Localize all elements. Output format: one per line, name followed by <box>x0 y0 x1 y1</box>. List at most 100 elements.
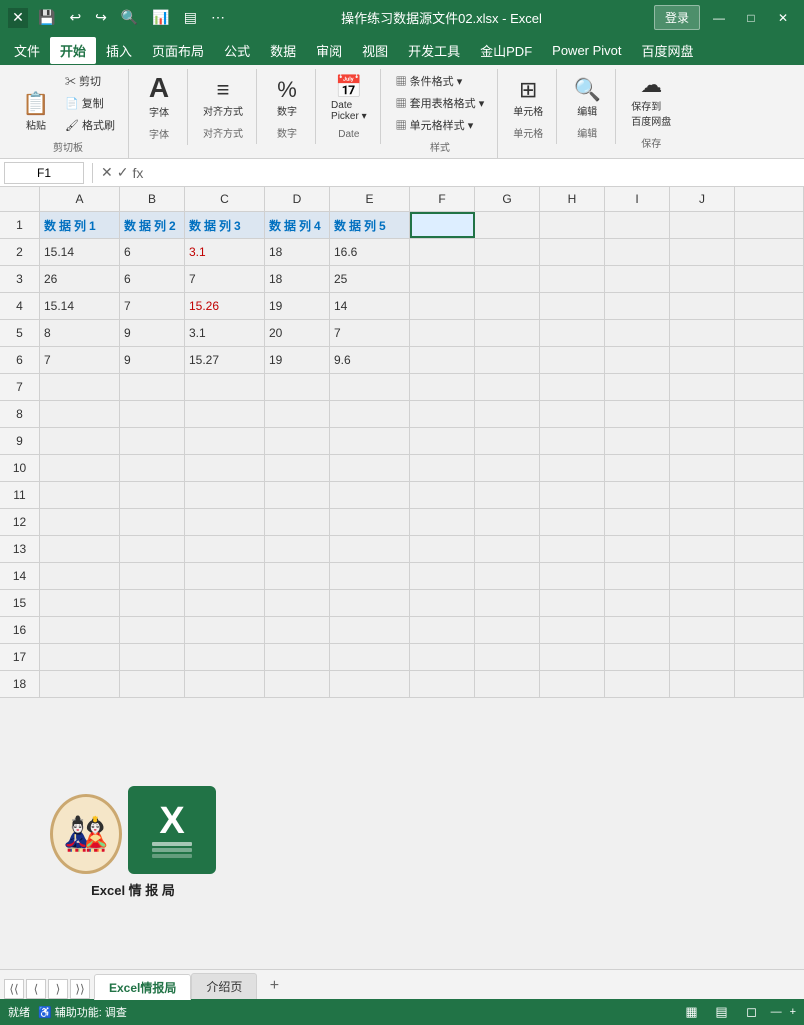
cell-D15[interactable] <box>265 590 330 616</box>
cell-G14[interactable] <box>475 563 540 589</box>
cell-D10[interactable] <box>265 455 330 481</box>
cell-C9[interactable] <box>185 428 265 454</box>
cell-style-button[interactable]: ▦ 单元格样式 ▾ <box>391 115 479 135</box>
cell-A15[interactable] <box>40 590 120 616</box>
cell-rest-6[interactable] <box>735 347 804 373</box>
cell-J8[interactable] <box>670 401 735 427</box>
cell-H9[interactable] <box>540 428 605 454</box>
cell-F10[interactable] <box>410 455 475 481</box>
table-format-button[interactable]: ▦ 套用表格格式 ▾ <box>391 93 490 113</box>
cell-B17[interactable] <box>120 644 185 670</box>
close-btn[interactable]: ✕ <box>770 5 796 31</box>
cell-E18[interactable] <box>330 671 410 697</box>
cell-J11[interactable] <box>670 482 735 508</box>
minimize-btn[interactable]: — <box>706 5 732 31</box>
cell-H5[interactable] <box>540 320 605 346</box>
menu-item-developer[interactable]: 开发工具 <box>398 37 470 64</box>
cell-J6[interactable] <box>670 347 735 373</box>
cell-G15[interactable] <box>475 590 540 616</box>
cell-D3[interactable]: 18 <box>265 266 330 292</box>
cell-F7[interactable] <box>410 374 475 400</box>
cell-reference-input[interactable] <box>4 162 84 184</box>
cell-G6[interactable] <box>475 347 540 373</box>
cell-B12[interactable] <box>120 509 185 535</box>
col-header-B[interactable]: B <box>120 187 185 211</box>
sheet-nav-last[interactable]: ⟩⟩ <box>70 979 90 999</box>
cell-F17[interactable] <box>410 644 475 670</box>
cell-E8[interactable] <box>330 401 410 427</box>
cell-C12[interactable] <box>185 509 265 535</box>
sheet-tab-intro[interactable]: 介绍页 <box>191 973 257 999</box>
cell-D11[interactable] <box>265 482 330 508</box>
number-button[interactable]: % 数字 <box>267 76 307 121</box>
cell-G13[interactable] <box>475 536 540 562</box>
cell-E13[interactable] <box>330 536 410 562</box>
col-header-F[interactable]: F <box>410 187 475 211</box>
cell-E7[interactable] <box>330 374 410 400</box>
cell-J7[interactable] <box>670 374 735 400</box>
cell-I7[interactable] <box>605 374 670 400</box>
cell-E11[interactable] <box>330 482 410 508</box>
cell-J2[interactable] <box>670 239 735 265</box>
cell-A10[interactable] <box>40 455 120 481</box>
cell-A17[interactable] <box>40 644 120 670</box>
cell-F1[interactable] <box>410 212 475 238</box>
cell-A7[interactable] <box>40 374 120 400</box>
sheet-nav-next[interactable]: ⟩ <box>48 979 68 999</box>
cell-J15[interactable] <box>670 590 735 616</box>
cell-H4[interactable] <box>540 293 605 319</box>
cell-H3[interactable] <box>540 266 605 292</box>
cell-A12[interactable] <box>40 509 120 535</box>
cell-I10[interactable] <box>605 455 670 481</box>
cell-I18[interactable] <box>605 671 670 697</box>
cell-E12[interactable] <box>330 509 410 535</box>
find-quick-btn[interactable]: 🔍 <box>117 7 142 28</box>
login-button[interactable]: 登录 <box>654 5 700 30</box>
cell-B15[interactable] <box>120 590 185 616</box>
cell-G2[interactable] <box>475 239 540 265</box>
cell-H16[interactable] <box>540 617 605 643</box>
editing-button[interactable]: 🔍 编辑 <box>567 76 607 121</box>
cell-E6[interactable]: 9.6 <box>330 347 410 373</box>
font-button[interactable]: A 字体 <box>139 71 179 122</box>
col-header-D[interactable]: D <box>265 187 330 211</box>
cell-F6[interactable] <box>410 347 475 373</box>
cell-D2[interactable]: 18 <box>265 239 330 265</box>
cell-C11[interactable] <box>185 482 265 508</box>
cell-A11[interactable] <box>40 482 120 508</box>
cell-G11[interactable] <box>475 482 540 508</box>
cell-rest-5[interactable] <box>735 320 804 346</box>
paste-button[interactable]: 📋 粘贴 <box>16 90 56 135</box>
cell-I3[interactable] <box>605 266 670 292</box>
cell-B5[interactable]: 9 <box>120 320 185 346</box>
cell-H12[interactable] <box>540 509 605 535</box>
cell-H13[interactable] <box>540 536 605 562</box>
cell-J14[interactable] <box>670 563 735 589</box>
save-cloud-button[interactable]: ☁ 保存到百度网盘 <box>626 71 676 131</box>
cell-J16[interactable] <box>670 617 735 643</box>
cell-J10[interactable] <box>670 455 735 481</box>
col-header-H[interactable]: H <box>540 187 605 211</box>
cell-H11[interactable] <box>540 482 605 508</box>
sheet-tab-excel-intel[interactable]: Excel情报局 <box>94 974 191 1000</box>
cell-D6[interactable]: 19 <box>265 347 330 373</box>
cell-C8[interactable] <box>185 401 265 427</box>
cell-rest-12[interactable] <box>735 509 804 535</box>
page-layout-view-btn[interactable]: ▤ <box>711 1001 733 1023</box>
cell-I6[interactable] <box>605 347 670 373</box>
cell-F13[interactable] <box>410 536 475 562</box>
cell-C14[interactable] <box>185 563 265 589</box>
cell-F16[interactable] <box>410 617 475 643</box>
menu-item-home[interactable]: 开始 <box>50 37 96 64</box>
col-header-I[interactable]: I <box>605 187 670 211</box>
cell-D7[interactable] <box>265 374 330 400</box>
cell-B9[interactable] <box>120 428 185 454</box>
cell-A16[interactable] <box>40 617 120 643</box>
cell-C7[interactable] <box>185 374 265 400</box>
normal-view-btn[interactable]: ▦ <box>681 1001 703 1023</box>
cell-J12[interactable] <box>670 509 735 535</box>
cell-E10[interactable] <box>330 455 410 481</box>
menu-item-review[interactable]: 审阅 <box>306 37 352 64</box>
cell-D13[interactable] <box>265 536 330 562</box>
cell-C17[interactable] <box>185 644 265 670</box>
